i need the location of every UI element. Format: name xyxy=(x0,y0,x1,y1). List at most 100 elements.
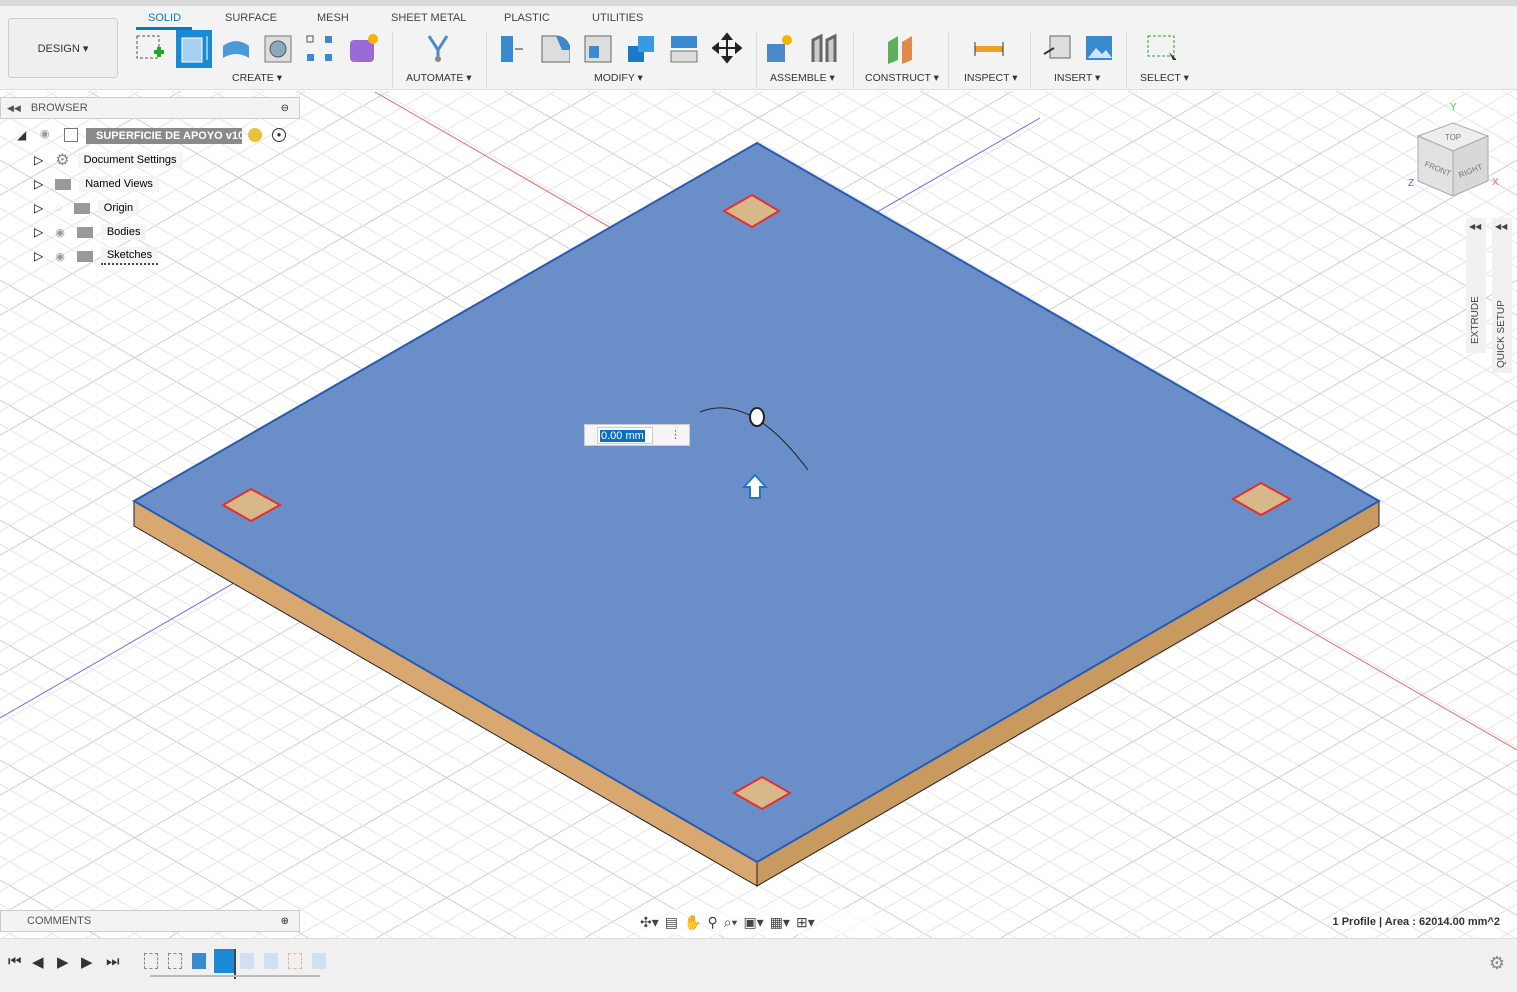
create-menu[interactable]: CREATE ▾ xyxy=(232,72,282,84)
shell-icon[interactable] xyxy=(583,32,613,64)
timeline-sketch-2[interactable] xyxy=(168,953,182,969)
divider xyxy=(948,32,949,88)
browser-item-named-views[interactable]: ▷ Named Views xyxy=(34,174,159,194)
select-menu[interactable]: SELECT ▾ xyxy=(1140,72,1189,84)
browser-item-bodies[interactable]: ▷ ◉ Bodies xyxy=(34,222,147,242)
tab-plastic[interactable]: PLASTIC xyxy=(504,12,550,24)
tab-sheet-metal[interactable]: SHEET METAL xyxy=(391,12,466,24)
divider xyxy=(392,32,393,88)
expand-icon[interactable]: ◀◀ xyxy=(1469,222,1481,231)
divider xyxy=(756,32,757,88)
model-scene[interactable] xyxy=(0,91,1517,938)
extrude-panel-label: EXTRUDE xyxy=(1470,296,1481,344)
timeline-sketch-1[interactable] xyxy=(144,953,158,969)
eye-icon[interactable]: ◉ xyxy=(40,127,50,140)
pattern-icon[interactable] xyxy=(305,32,335,64)
fillet-icon[interactable] xyxy=(540,32,570,64)
combine-icon[interactable] xyxy=(626,32,656,64)
insert-derive-icon[interactable] xyxy=(1042,32,1072,64)
status-readout: 1 Profile | Area : 62014.00 mm^2 xyxy=(1332,916,1500,928)
tab-solid[interactable]: SOLID xyxy=(148,12,181,24)
browser-item-document-settings[interactable]: ▷ ⚙ Document Settings xyxy=(34,150,183,170)
quick-setup-panel-tab[interactable]: ◀◀ QUICK SETUP xyxy=(1492,218,1512,373)
automate-icon[interactable] xyxy=(423,32,453,64)
grid-line xyxy=(0,711,392,938)
new-component-icon[interactable] xyxy=(765,32,795,64)
press-pull-icon[interactable] xyxy=(497,32,527,64)
create-form-icon[interactable] xyxy=(348,32,378,64)
viewcube-top: TOP xyxy=(1445,133,1461,142)
measure-icon[interactable] xyxy=(974,32,1004,64)
go-to-end-icon[interactable]: ⏭ xyxy=(106,953,120,970)
step-forward-icon[interactable]: ▶ xyxy=(81,953,93,971)
workspace-switcher[interactable]: DESIGN ▾ xyxy=(8,18,118,78)
revolve-icon[interactable] xyxy=(220,32,250,64)
eye-hidden-icon[interactable]: ◌ xyxy=(55,202,62,214)
gear-icon: ⚙ xyxy=(55,152,70,169)
axis-x-label: X xyxy=(1492,177,1499,188)
grid-line xyxy=(1125,711,1517,938)
play-icon[interactable]: ▶ xyxy=(57,953,69,971)
inspect-menu[interactable]: INSPECT ▾ xyxy=(964,72,1018,84)
grid-line xyxy=(1249,783,1517,938)
grid-line xyxy=(1416,879,1517,938)
go-to-start-icon[interactable]: ⏮ xyxy=(8,953,22,970)
tab-mesh[interactable]: MESH xyxy=(317,12,349,24)
split-body-icon[interactable] xyxy=(669,32,699,64)
browser-item-sketches[interactable]: ▷ ◉ Sketches xyxy=(34,246,159,266)
timeline-feature-6[interactable] xyxy=(288,953,302,969)
insert-menu[interactable]: INSERT ▾ xyxy=(1054,72,1100,84)
display-settings-icon[interactable]: ▣▾ xyxy=(743,914,763,931)
add-comment-icon[interactable]: ⊕ xyxy=(281,916,289,927)
eye-icon[interactable]: ◉ xyxy=(55,226,65,239)
viewcube[interactable]: TOP FRONT RIGHT Y Z X xyxy=(1400,96,1510,196)
construct-menu[interactable]: CONSTRUCT ▾ xyxy=(865,72,939,84)
folder-icon xyxy=(55,178,72,190)
grid-line xyxy=(1499,927,1517,938)
viewports-icon[interactable]: ⊞▾ xyxy=(796,914,815,931)
expand-icon[interactable]: ◀◀ xyxy=(1495,222,1507,231)
eye-icon[interactable]: ◉ xyxy=(55,250,65,263)
create-sketch-icon[interactable] xyxy=(134,32,164,64)
canvas-viewport[interactable]: TOP FRONT RIGHT Y Z X xyxy=(0,91,1517,938)
pan-icon[interactable]: ✋ xyxy=(684,914,701,931)
activate-radio-icon[interactable]: ● xyxy=(272,128,286,142)
hole-icon[interactable] xyxy=(263,32,293,64)
expanded-triangle-icon[interactable]: ◢ xyxy=(17,128,26,142)
step-back-icon[interactable]: ◀ xyxy=(32,953,44,971)
minimize-icon[interactable]: ⊖ xyxy=(281,103,289,114)
extrude-distance-input[interactable]: 0.00 mm ⋮ xyxy=(584,424,690,446)
automate-menu[interactable]: AUTOMATE ▾ xyxy=(406,72,472,84)
extrude-icon[interactable] xyxy=(176,30,212,68)
timeline-extrude[interactable] xyxy=(192,953,206,969)
grid-line xyxy=(1083,687,1517,938)
look-at-icon[interactable]: ▤ xyxy=(665,914,678,931)
modify-menu[interactable]: MODIFY ▾ xyxy=(594,72,643,84)
browser-root-item[interactable]: SUPERFICIE DE APOYO v10 xyxy=(86,128,244,144)
offset-plane-icon[interactable] xyxy=(885,32,915,64)
more-options-icon[interactable]: ⋮ xyxy=(670,428,681,441)
extrude-panel-tab[interactable]: ◀◀ EXTRUDE xyxy=(1466,218,1486,353)
folder-icon xyxy=(76,226,93,238)
timeline-feature-5[interactable] xyxy=(264,953,278,969)
navigation-bar: ✣▾ ▤ ✋ ⚲ ⌕▾ ▣▾ ▦▾ ⊞▾ xyxy=(636,909,874,935)
tab-surface[interactable]: SURFACE xyxy=(225,12,277,24)
insert-image-icon[interactable] xyxy=(1084,32,1114,64)
joint-icon[interactable] xyxy=(809,32,839,64)
browser-item-origin[interactable]: ▷ ◌ Origin xyxy=(34,198,140,218)
timeline-feature-7[interactable] xyxy=(312,953,326,969)
window-select-icon[interactable] xyxy=(1146,32,1176,64)
collapse-icon[interactable]: ◀◀ xyxy=(7,103,21,114)
assemble-menu[interactable]: ASSEMBLE ▾ xyxy=(770,72,835,84)
fit-icon[interactable]: ⌕▾ xyxy=(724,914,738,931)
tab-utilities[interactable]: UTILITIES xyxy=(592,12,643,24)
move-icon[interactable] xyxy=(712,32,742,64)
zoom-icon[interactable]: ⚲ xyxy=(707,914,717,931)
orbit-icon[interactable]: ✣▾ xyxy=(640,914,659,931)
folder-icon xyxy=(76,250,93,262)
timeline-settings-gear-icon[interactable]: ⚙ xyxy=(1489,953,1505,974)
timeline-feature-4[interactable] xyxy=(240,953,254,969)
divider xyxy=(486,32,487,88)
grid-settings-icon[interactable]: ▦▾ xyxy=(770,914,790,931)
timeline-sketch-active[interactable] xyxy=(214,949,234,973)
